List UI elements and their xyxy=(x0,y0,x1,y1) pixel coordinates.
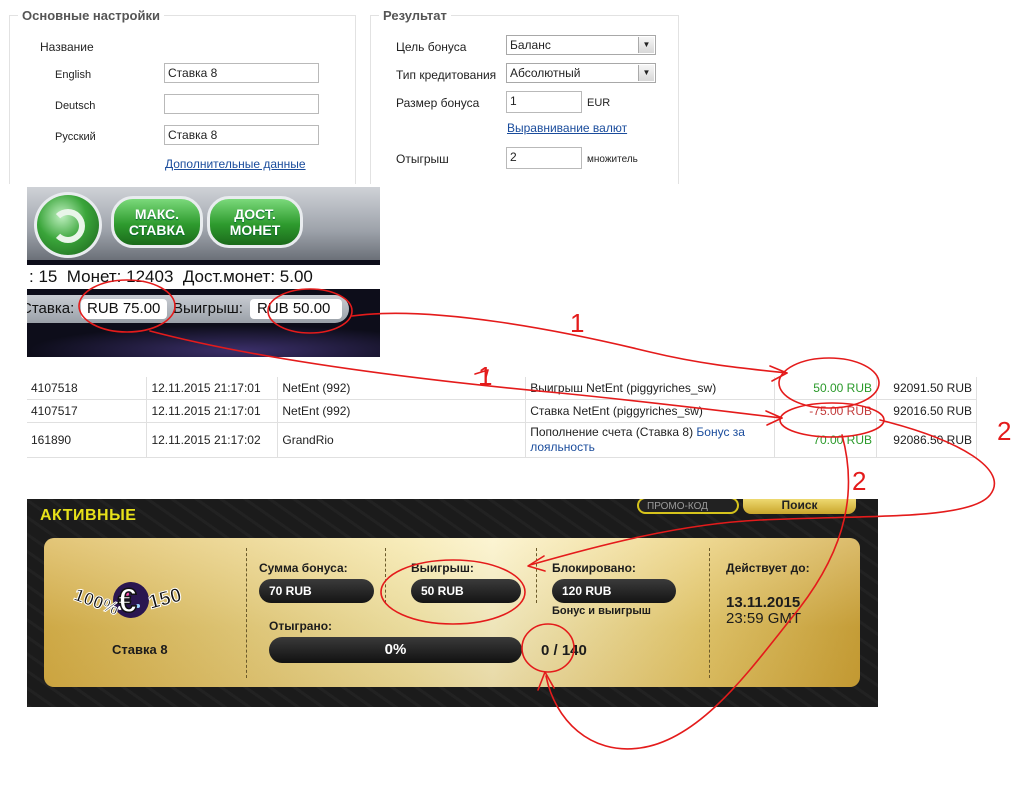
currency-alignment-link[interactable]: Выравнивание валют xyxy=(507,121,627,135)
coin-info-line: : 15 Монет: 12403 Дост.монет: 5.00 xyxy=(27,265,380,289)
dropdown-arrow-icon[interactable]: ▼ xyxy=(638,65,654,81)
table-row: 4107518 12.11.2015 21:17:01 NetEnt (992)… xyxy=(27,377,977,400)
credit-type-select[interactable]: Абсолютный ▼ xyxy=(506,63,656,83)
tx-description: Выигрыш NetEnt (piggyriches_sw) xyxy=(525,377,776,400)
winnings-value: 50 RUB xyxy=(411,579,521,603)
annotation-number: 2 xyxy=(852,466,866,496)
bet-value: RUB 75.00 xyxy=(87,300,161,317)
spin-button[interactable] xyxy=(34,192,102,258)
divider xyxy=(536,548,537,603)
bet-win-strip: Ставка: RUB 75.00 Выигрыш: RUB 50.00 xyxy=(27,295,349,323)
game-reel-background xyxy=(27,325,380,357)
blocked-label: Блокировано: xyxy=(552,561,636,575)
wager-input[interactable]: 2 xyxy=(506,147,582,169)
logo-amount: 150 xyxy=(146,584,184,614)
tx-amount: 70.00 RUB xyxy=(774,422,877,458)
bonus-size-label: Размер бонуса xyxy=(396,96,480,110)
russian-label: Русский xyxy=(55,131,96,143)
bet-label: Ставка: xyxy=(27,300,75,317)
deutsch-label: Deutsch xyxy=(55,100,96,112)
win-value: RUB 50.00 xyxy=(257,300,331,317)
deutsch-name-input[interactable] xyxy=(164,94,319,114)
tx-id: 161890 xyxy=(27,422,148,458)
slot-game-screenshot: МАКС. СТАВКА ДОСТ. МОНЕТ : 15 Монет: 124… xyxy=(27,187,380,357)
annotation-arrow xyxy=(351,312,788,374)
annotation-number: 1 xyxy=(570,308,584,338)
wagering-progress-text: 0% xyxy=(384,641,407,658)
dropdown-arrow-icon[interactable]: ▼ xyxy=(638,37,654,53)
logo-percent: 100% xyxy=(71,584,121,619)
credit-type-value: Абсолютный xyxy=(510,66,581,80)
bonus-sum-value: 70 RUB xyxy=(259,579,374,603)
bonus-target-label: Цель бонуса xyxy=(396,40,467,54)
coin-value-button[interactable]: ДОСТ. МОНЕТ xyxy=(207,196,303,248)
tx-date: 12.11.2015 21:17:02 xyxy=(146,422,279,458)
english-label: English xyxy=(55,69,92,81)
tx-id: 4107517 xyxy=(27,399,148,423)
max-bet-button[interactable]: МАКС. СТАВКА xyxy=(111,196,203,248)
search-button[interactable]: Поиск xyxy=(743,499,856,514)
result-legend: Результат xyxy=(379,8,451,23)
tx-provider: NetEnt (992) xyxy=(277,399,527,423)
svg-text:€: € xyxy=(118,582,137,620)
max-bet-label: МАКС. СТАВКА xyxy=(128,206,186,238)
table-row: 4107517 12.11.2015 21:17:01 NetEnt (992)… xyxy=(27,399,977,423)
bonus-target-value: Баланс xyxy=(510,38,551,52)
blocked-value: 120 RUB xyxy=(552,579,676,603)
wagered-label: Отыграно: xyxy=(269,619,333,633)
bonus-sum-label: Сумма бонуса: xyxy=(259,561,348,575)
active-bonus-section: АКТИВНЫЕ ПРОМО-КОД Поиск 100% € 150 Став… xyxy=(27,499,878,707)
tx-balance: 92016.50 RUB xyxy=(876,399,977,423)
tx-amount: 50.00 RUB xyxy=(774,377,877,400)
divider xyxy=(709,548,710,678)
tx-date: 12.11.2015 21:17:01 xyxy=(146,377,279,400)
tx-balance: 92091.50 RUB xyxy=(876,377,977,400)
name-label: Название xyxy=(40,40,94,54)
valid-until-time: 23:59 GMT xyxy=(726,610,802,627)
english-name-input[interactable]: Ставка 8 xyxy=(164,63,319,83)
tx-balance: 92086.50 RUB xyxy=(876,422,977,458)
valid-until-label: Действует до: xyxy=(726,561,810,575)
bonus-size-input[interactable]: 1 xyxy=(506,91,582,113)
tx-amount: -75.00 RUB xyxy=(774,399,877,423)
divider xyxy=(385,548,386,603)
bonus-name: Ставка 8 xyxy=(112,642,168,657)
coin-value-label: ДОСТ. МОНЕТ xyxy=(229,206,281,238)
wagering-progress-count: 0 / 140 xyxy=(541,642,587,659)
bonus-card: 100% € 150 Ставка 8 Сумма бонуса: 70 RUB… xyxy=(44,538,860,687)
blocked-note: Бонус и выигрыш xyxy=(552,605,651,617)
table-row: 161890 12.11.2015 21:17:02 GrandRio Попо… xyxy=(27,422,977,458)
wager-label: Отыгрыш xyxy=(396,152,449,166)
tx-provider: NetEnt (992) xyxy=(277,377,527,400)
active-title: АКТИВНЫЕ xyxy=(40,507,137,524)
refresh-arrows-icon xyxy=(51,209,85,243)
russian-name-input[interactable]: Ставка 8 xyxy=(164,125,319,145)
tx-date: 12.11.2015 21:17:01 xyxy=(146,399,279,423)
tx-id: 4107518 xyxy=(27,377,148,400)
tx-description-cell: Пополнение счета (Ставка 8) Бонус за лоя… xyxy=(525,422,776,458)
win-label: Выигрыш: xyxy=(173,300,243,317)
winnings-label: Выигрыш: xyxy=(411,561,474,575)
promo-code-input[interactable]: ПРОМО-КОД xyxy=(637,499,739,514)
annotation-number: 2 xyxy=(997,416,1011,446)
extra-data-link[interactable]: Дополнительные данные xyxy=(165,157,306,171)
divider xyxy=(246,548,247,678)
bonus-size-unit: EUR xyxy=(587,97,611,109)
bonus-logo-icon: 100% € 150 xyxy=(71,581,185,621)
valid-until-date: 13.11.2015 xyxy=(726,594,801,611)
wager-unit: множитель xyxy=(587,154,638,165)
credit-type-label: Тип кредитования xyxy=(396,68,497,82)
transactions-table: 4107518 12.11.2015 21:17:01 NetEnt (992)… xyxy=(27,377,977,458)
tx-description: Пополнение счета (Ставка 8) xyxy=(530,425,694,439)
bonus-target-select[interactable]: Баланс ▼ xyxy=(506,35,656,55)
basic-settings-legend: Основные настройки xyxy=(18,8,164,23)
tx-provider: GrandRio xyxy=(277,422,527,458)
tx-description: Ставка NetEnt (piggyriches_sw) xyxy=(525,399,776,423)
wagering-progress-bar: 0% xyxy=(269,637,522,663)
